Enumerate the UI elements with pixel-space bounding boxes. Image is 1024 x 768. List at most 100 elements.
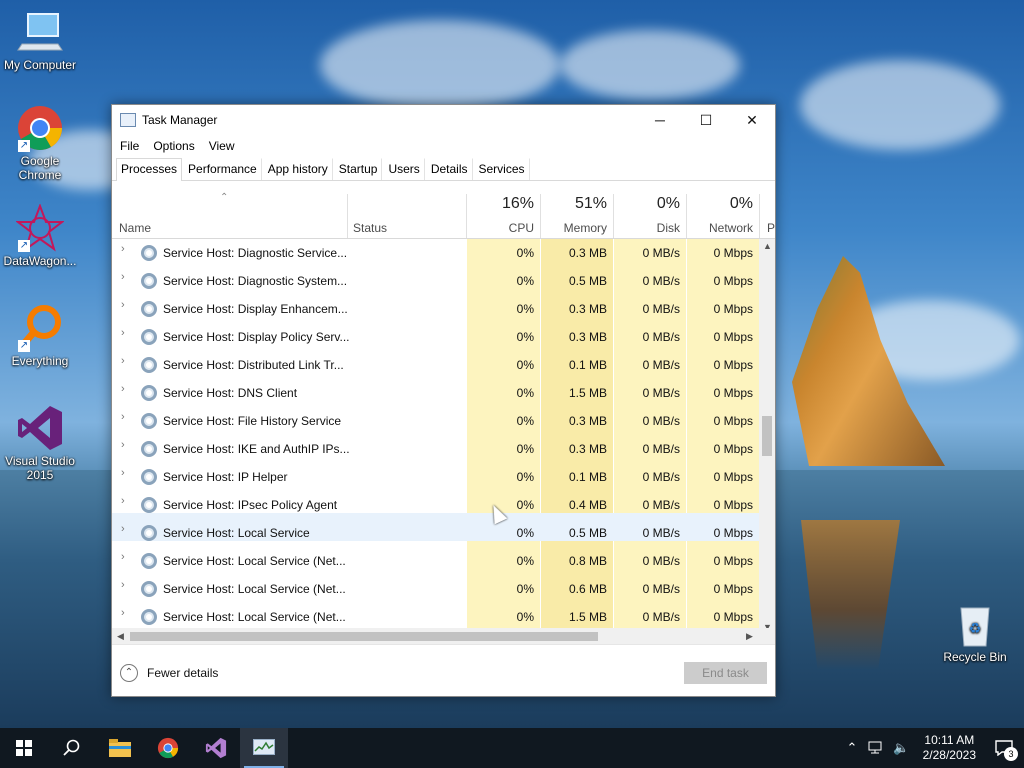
menu-view[interactable]: View	[205, 139, 239, 153]
process-row[interactable]: › Service Host: IPsec Policy Agent 0% 0.4 M…	[112, 485, 759, 513]
tab-processes[interactable]: Processes	[116, 158, 183, 181]
expand-chevron-icon[interactable]: ›	[121, 271, 125, 283]
process-row[interactable]: › Service Host: Local Service (Net... 0% 0.…	[112, 569, 759, 597]
taskbar-task-manager[interactable]	[240, 728, 288, 768]
memory-value: 0.1 MB	[568, 358, 607, 372]
tab-services[interactable]: Services	[474, 158, 530, 180]
process-row[interactable]: › Service Host: DNS Client 0% 1.5 MB 0 MB/s 0…	[112, 373, 759, 401]
window-title: Task Manager	[142, 113, 218, 127]
memory-value: 1.5 MB	[568, 610, 607, 624]
desktop-icon-google-chrome[interactable]: ↗ Google Chrome	[0, 104, 80, 182]
process-row[interactable]: › Service Host: Local Service 0% 0.5 MB 0 MB…	[112, 513, 759, 541]
cpu-value: 0%	[516, 330, 534, 344]
expand-chevron-icon[interactable]: ›	[121, 383, 125, 395]
column-header-name[interactable]: ⌃ Name	[112, 184, 347, 239]
menu-options[interactable]: Options	[149, 139, 198, 153]
process-name: Service Host: IKE and AuthIP IPs...	[163, 442, 350, 456]
menu-file[interactable]: File	[116, 139, 143, 153]
taskbar-visual-studio[interactable]	[192, 728, 240, 768]
service-gear-icon	[141, 553, 157, 569]
minimize-button[interactable]: ─	[637, 105, 683, 135]
column-header-status[interactable]: Status	[348, 184, 466, 239]
desktop-icon-datawagon[interactable]: ↗ DataWagon...	[0, 203, 80, 268]
close-button[interactable]: ✕	[729, 105, 775, 135]
tab-users[interactable]: Users	[383, 158, 425, 180]
expand-chevron-icon[interactable]: ›	[121, 523, 125, 535]
svg-text:♻: ♻	[969, 620, 982, 636]
tab-startup[interactable]: Startup	[334, 158, 383, 180]
desktop-icon-everything[interactable]: ↗ Everything	[0, 304, 80, 368]
network-icon[interactable]	[867, 741, 883, 755]
fewer-details-button[interactable]: ⌃ Fewer details	[120, 664, 218, 682]
scroll-up-arrow-icon[interactable]: ▲	[763, 241, 772, 251]
disk-value: 0 MB/s	[642, 330, 680, 344]
scroll-left-arrow-icon[interactable]: ◀	[117, 631, 124, 642]
process-row[interactable]: › Service Host: Local Service (Net... 0% 1.…	[112, 597, 759, 625]
menu-bar: File Options View	[112, 135, 775, 157]
expand-chevron-icon[interactable]: ›	[121, 467, 125, 479]
expand-chevron-icon[interactable]: ›	[121, 355, 125, 367]
process-name: Service Host: Display Enhancem...	[163, 302, 348, 316]
shortcut-arrow-icon: ↗	[18, 340, 30, 352]
service-gear-icon	[141, 301, 157, 317]
expand-chevron-icon[interactable]: ›	[121, 411, 125, 423]
column-header-network[interactable]: 0% Network	[687, 184, 759, 239]
end-task-button[interactable]: End task	[684, 662, 767, 684]
process-row[interactable]: › Service Host: Local Service (Net... 0% 0.…	[112, 541, 759, 569]
process-row[interactable]: › Service Host: File History Service 0% 0.3…	[112, 401, 759, 429]
scroll-right-arrow-icon[interactable]: ▶	[746, 631, 753, 642]
taskbar-file-explorer[interactable]	[96, 728, 144, 768]
network-value: 0 Mbps	[713, 414, 753, 428]
vertical-scroll-thumb[interactable]	[762, 416, 772, 456]
expand-chevron-icon[interactable]: ›	[121, 439, 125, 451]
maximize-button[interactable]: ☐	[683, 105, 729, 135]
expand-chevron-icon[interactable]: ›	[121, 243, 125, 255]
network-value: 0 Mbps	[713, 498, 753, 512]
memory-value: 0.4 MB	[568, 498, 607, 512]
desktop-icon-my-computer[interactable]: My Computer	[0, 8, 80, 72]
disk-value: 0 MB/s	[642, 386, 680, 400]
expand-chevron-icon[interactable]: ›	[121, 327, 125, 339]
tab-performance[interactable]: Performance	[183, 158, 262, 180]
process-name: Service Host: Diagnostic Service...	[163, 246, 348, 260]
expand-chevron-icon[interactable]: ›	[121, 579, 125, 591]
expand-chevron-icon[interactable]: ›	[121, 495, 125, 507]
process-row[interactable]: › Service Host: Diagnostic Service... 0% 0.…	[112, 239, 759, 261]
expand-chevron-icon[interactable]: ›	[121, 551, 125, 563]
start-button[interactable]	[0, 728, 48, 768]
disk-value: 0 MB/s	[642, 442, 680, 456]
volume-icon[interactable]: 🔈	[893, 740, 909, 756]
task-manager-icon	[120, 113, 136, 127]
process-row[interactable]: › Service Host: IKE and AuthIP IPs... 0% 0.…	[112, 429, 759, 457]
process-row[interactable]: › Service Host: Distributed Link Tr... 0% 0…	[112, 345, 759, 373]
memory-value: 0.3 MB	[568, 442, 607, 456]
column-header-memory[interactable]: 51% Memory	[541, 184, 613, 239]
tab-details[interactable]: Details	[426, 158, 473, 180]
title-bar[interactable]: Task Manager ─ ☐ ✕	[112, 105, 775, 135]
taskbar-chrome[interactable]	[144, 728, 192, 768]
system-tray: ⌃ 🔈 10:11 AM 2/28/2023 3	[842, 728, 1024, 768]
horizontal-scrollbar[interactable]: ◀ ▶	[112, 628, 775, 644]
process-row[interactable]: › Service Host: Display Policy Serv... 0% 0…	[112, 317, 759, 345]
tab-app-history[interactable]: App history	[263, 158, 333, 180]
column-header-power[interactable]: P	[760, 184, 775, 239]
expand-chevron-icon[interactable]: ›	[121, 607, 125, 619]
datawagon-icon: ↗	[15, 203, 65, 252]
network-value: 0 Mbps	[713, 274, 753, 288]
process-row[interactable]: › Service Host: Diagnostic System... 0% 0.5…	[112, 261, 759, 289]
show-hidden-icons-chevron-icon[interactable]: ⌃	[847, 740, 858, 756]
desktop-icon-recycle-bin[interactable]: ♻ Recycle Bin	[935, 600, 1015, 664]
process-row[interactable]: › Service Host: IP Helper 0% 0.1 MB 0 MB/s 0 …	[112, 457, 759, 485]
memory-value: 0.6 MB	[568, 582, 607, 596]
desktop-icon-visual-studio[interactable]: Visual Studio 2015	[0, 404, 80, 482]
column-header-disk[interactable]: 0% Disk	[614, 184, 686, 239]
column-header-cpu[interactable]: 16% CPU	[467, 184, 540, 239]
horizontal-scroll-thumb[interactable]	[130, 632, 598, 641]
network-total: 0%	[729, 195, 753, 212]
action-center-button[interactable]: 3	[984, 728, 1024, 768]
clock[interactable]: 10:11 AM 2/28/2023	[923, 733, 976, 763]
expand-chevron-icon[interactable]: ›	[121, 299, 125, 311]
search-button[interactable]	[48, 728, 96, 768]
process-row[interactable]: › Service Host: Display Enhancem... 0% 0.3 …	[112, 289, 759, 317]
vertical-scrollbar[interactable]: ▲ ▼	[759, 239, 775, 634]
